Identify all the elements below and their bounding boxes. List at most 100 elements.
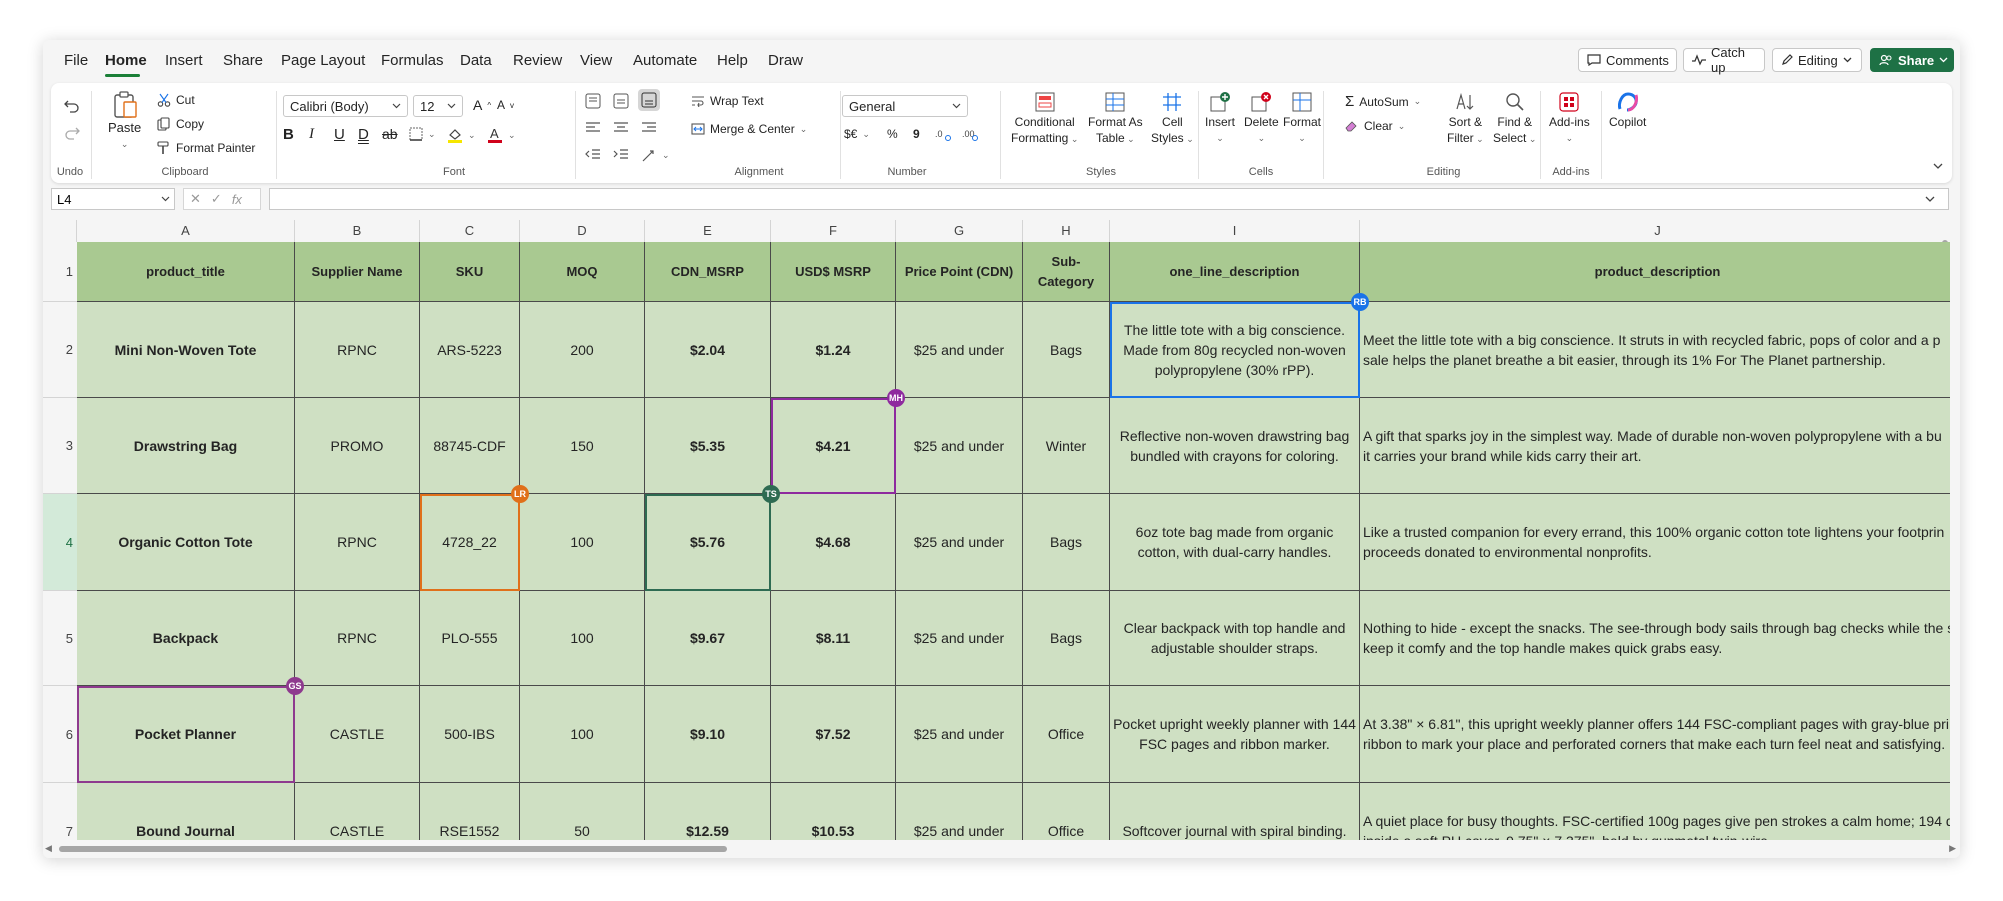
formula-input[interactable] xyxy=(269,188,1949,210)
collaborator-avatar[interactable]: GS xyxy=(286,677,304,695)
font-size-dropdown[interactable]: 12 xyxy=(413,95,463,117)
row-header[interactable]: 1 xyxy=(43,242,77,302)
percent-icon[interactable]: % xyxy=(887,127,898,141)
cell-sku[interactable]: 500-IBS xyxy=(420,686,520,783)
share-button[interactable]: Share xyxy=(1870,48,1954,72)
cell-sub-category[interactable]: Bags xyxy=(1023,302,1110,398)
cell-usd-msrp[interactable]: $8.11 xyxy=(771,591,896,686)
menu-formulas[interactable]: Formulas xyxy=(381,52,444,69)
align-center-icon[interactable] xyxy=(613,121,629,135)
cell-one-line-description[interactable]: Pocket upright weekly planner with 144 F… xyxy=(1110,686,1360,783)
cell-usd-msrp[interactable]: $10.53 xyxy=(771,783,896,840)
cell-supplier-name[interactable]: PROMO xyxy=(295,398,420,494)
cell-product-title[interactable]: Pocket Planner xyxy=(77,686,295,783)
addins-button[interactable]: Add-ins ⌄ xyxy=(1549,91,1590,145)
menu-file[interactable]: File xyxy=(64,52,88,69)
format-cells-button[interactable]: Format ⌄ xyxy=(1283,91,1321,145)
align-left-icon[interactable] xyxy=(585,121,601,135)
cell-usd-msrp[interactable]: $7.52 xyxy=(771,686,896,783)
cell-cdn-msrp[interactable]: $9.67 xyxy=(645,591,771,686)
cell-supplier-name[interactable]: RPNC xyxy=(295,494,420,591)
cell-supplier-name[interactable]: RPNC xyxy=(295,302,420,398)
menu-page-layout[interactable]: Page Layout xyxy=(281,52,365,69)
row-header[interactable]: 4 xyxy=(43,494,77,591)
cell-cdn-msrp[interactable]: $2.04 xyxy=(645,302,771,398)
cell-product-description[interactable]: Like a trusted companion for every erran… xyxy=(1360,494,1950,591)
header-cell-usd-msrp[interactable]: USD$ MSRP xyxy=(771,242,896,302)
spreadsheet-grid[interactable]: ABCDEFGHIJ 1 2 3 4 5 6 7 product_title Supplier … xyxy=(43,220,1950,840)
shrink-font-icon[interactable]: Av xyxy=(497,98,514,112)
font-color-icon[interactable]: A ⌄ xyxy=(487,126,516,144)
cell-product-title[interactable]: Organic Cotton Tote xyxy=(77,494,295,591)
cell-supplier-name[interactable]: RPNC xyxy=(295,591,420,686)
decrease-indent-icon[interactable] xyxy=(585,148,601,162)
cell-sku[interactable]: 88745-CDF xyxy=(420,398,520,494)
cell-price-point[interactable]: $25 and under xyxy=(896,302,1023,398)
menu-share[interactable]: Share xyxy=(223,52,263,69)
copy-button[interactable]: Copy xyxy=(157,117,204,131)
cell-product-description[interactable]: A gift that sparks joy in the simplest w… xyxy=(1360,398,1950,494)
grow-font-icon[interactable]: A ^ xyxy=(473,97,491,113)
menu-home[interactable]: Home xyxy=(105,52,147,69)
row-header[interactable]: 5 xyxy=(43,591,77,686)
cell-cdn-msrp[interactable]: $5.35 xyxy=(645,398,771,494)
cell-product-title[interactable]: Mini Non-Woven Tote xyxy=(77,302,295,398)
scroll-left-icon[interactable]: ◀ xyxy=(45,843,52,854)
column-header[interactable]: A xyxy=(77,220,295,242)
insert-cells-button[interactable]: Insert ⌄ xyxy=(1205,91,1235,145)
check-icon[interactable]: ✓ xyxy=(211,191,222,207)
row-header[interactable]: 6 xyxy=(43,686,77,783)
cell-styles-button[interactable]: Cell Styles ⌄ xyxy=(1151,91,1194,146)
cell-sub-category[interactable]: Office xyxy=(1023,686,1110,783)
column-header[interactable]: E xyxy=(645,220,771,242)
increase-decimal-icon[interactable]: .0 xyxy=(935,127,951,141)
catch-up-button[interactable]: Catch up xyxy=(1683,45,1765,75)
autosum-button[interactable]: Σ AutoSum ⌄ xyxy=(1345,93,1421,110)
horizontal-scrollbar[interactable]: ◀ ▶ xyxy=(43,840,1960,858)
header-cell-price-point[interactable]: Price Point (CDN) xyxy=(896,242,1023,302)
cell-price-point[interactable]: $25 and under xyxy=(896,398,1023,494)
decrease-decimal-icon[interactable]: .00 xyxy=(962,127,978,141)
cell-price-point[interactable]: $25 and under xyxy=(896,686,1023,783)
cell-one-line-description[interactable]: Softcover journal with spiral binding. xyxy=(1110,783,1360,840)
format-painter-button[interactable]: Format Painter xyxy=(157,141,255,155)
align-middle-icon[interactable] xyxy=(613,93,629,109)
redo-icon[interactable] xyxy=(64,126,80,140)
cell-moq[interactable]: 50 xyxy=(520,783,645,840)
cell-moq[interactable]: 200 xyxy=(520,302,645,398)
align-bottom-icon[interactable] xyxy=(638,89,660,111)
scroll-right-icon[interactable]: ▶ xyxy=(1949,843,1956,854)
cell-usd-msrp[interactable]: $4.21 xyxy=(771,398,896,494)
cell-moq[interactable]: 100 xyxy=(520,494,645,591)
currency-format-icon[interactable]: $€ ⌄ xyxy=(844,127,870,141)
cell-sub-category[interactable]: Bags xyxy=(1023,494,1110,591)
number-format-dropdown[interactable]: General xyxy=(842,95,968,117)
underline-icon[interactable]: U xyxy=(334,126,345,143)
italic-icon[interactable]: I xyxy=(309,126,314,143)
cell-one-line-description[interactable]: Reflective non-woven drawstring bag bund… xyxy=(1110,398,1360,494)
align-right-icon[interactable] xyxy=(641,121,657,135)
menu-data[interactable]: Data xyxy=(460,52,492,69)
cell-sku[interactable]: PLO-555 xyxy=(420,591,520,686)
clear-button[interactable]: Clear ⌄ xyxy=(1345,119,1405,133)
cell-moq[interactable]: 150 xyxy=(520,398,645,494)
cell-one-line-description[interactable]: The little tote with a big conscience. M… xyxy=(1110,302,1360,398)
menu-draw[interactable]: Draw xyxy=(768,52,803,69)
cell-supplier-name[interactable]: CASTLE xyxy=(295,783,420,840)
row-header[interactable]: 3 xyxy=(43,398,77,494)
copilot-button[interactable]: Copilot xyxy=(1609,91,1646,129)
header-cell-product-description[interactable]: product_description xyxy=(1360,242,1950,302)
fx-icon[interactable]: fx xyxy=(232,192,242,207)
cell-usd-msrp[interactable]: $1.24 xyxy=(771,302,896,398)
cell-sub-category[interactable]: Bags xyxy=(1023,591,1110,686)
borders-icon[interactable]: ⌄ xyxy=(409,127,436,141)
double-underline-icon[interactable]: D xyxy=(358,126,369,143)
header-cell-sub-category[interactable]: Sub-Category xyxy=(1023,242,1110,302)
menu-insert[interactable]: Insert xyxy=(165,52,203,69)
collaborator-avatar[interactable]: MH xyxy=(887,389,905,407)
expand-ribbon-icon[interactable] xyxy=(1933,163,1943,169)
menu-automate[interactable]: Automate xyxy=(633,52,697,69)
cell-price-point[interactable]: $25 and under xyxy=(896,494,1023,591)
cell-moq[interactable]: 100 xyxy=(520,686,645,783)
undo-icon[interactable] xyxy=(64,99,80,113)
